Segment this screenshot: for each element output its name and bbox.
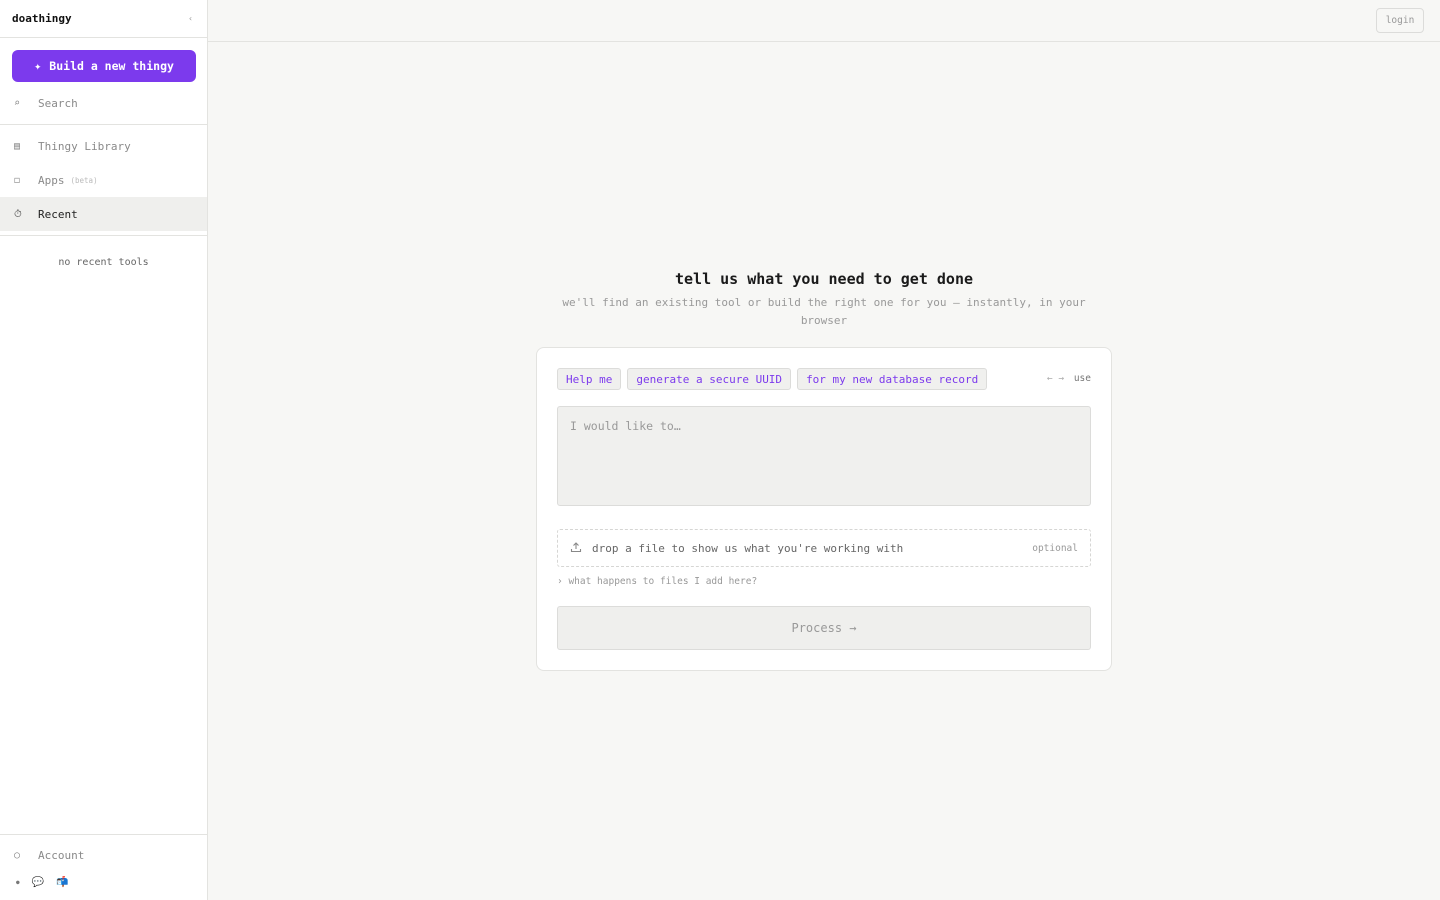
clock-icon: ⏱ — [14, 208, 22, 220]
prompt-input[interactable] — [557, 406, 1091, 506]
build-new-thingy-button[interactable]: ✦ Build a new thingy — [12, 50, 196, 82]
sidebar-item-recent[interactable]: ⏱ Recent — [0, 197, 207, 231]
suggestion-chips: Help me generate a secure UUID for my ne… — [557, 368, 988, 390]
sidebar-header: doathingy ‹ — [0, 0, 207, 38]
arrow-keys-icon: ← → — [1046, 373, 1065, 384]
sidebar-item-account[interactable]: ○ Account — [0, 838, 207, 872]
file-dropzone[interactable]: drop a file to show us what you're worki… — [557, 529, 1091, 567]
sidebar-item-label: Apps — [38, 173, 65, 187]
brand-logo[interactable]: doathingy — [12, 12, 72, 25]
chat-icon[interactable]: 💬 — [32, 877, 44, 888]
optional-label: optional — [1032, 542, 1078, 554]
upload-icon — [570, 541, 592, 556]
dot-icon[interactable]: ● — [16, 879, 20, 886]
files-info-toggle[interactable]: › what happens to files I add here? — [557, 576, 757, 587]
request-card: Help me generate a secure UUID for my ne… — [536, 347, 1112, 671]
sidebar-item-label: Thingy Library — [38, 139, 131, 153]
account-label: Account — [38, 848, 85, 862]
beta-badge: (beta) — [70, 175, 98, 185]
dropzone-label: drop a file to show us what you're worki… — [592, 541, 904, 555]
suggestion-chip[interactable]: Help me — [557, 368, 622, 390]
process-button[interactable]: Process → — [557, 606, 1091, 650]
sparkle-icon: ✦ — [34, 59, 42, 73]
search-label: Search — [38, 96, 78, 110]
sidebar: doathingy ‹ ✦ Build a new thingy ⌕ Searc… — [0, 0, 208, 900]
sidebar-item-thingy-library[interactable]: ▤ Thingy Library — [0, 129, 207, 163]
suggestion-chip[interactable]: generate a secure UUID — [627, 368, 792, 390]
build-button-label: Build a new thingy — [49, 59, 174, 73]
use-suggestion-hint[interactable]: ← → use — [1047, 373, 1091, 384]
suggestion-chip[interactable]: for my new database record — [797, 368, 988, 390]
sidebar-search[interactable]: ⌕ Search — [0, 86, 207, 120]
top-bar: login — [208, 0, 1440, 42]
sidebar-item-apps[interactable]: ◻ Apps (beta) — [0, 163, 207, 197]
sidebar-footer: ○ Account ● 💬 📬 — [0, 834, 207, 900]
sidebar-item-label: Recent — [38, 207, 78, 221]
apps-icon: ◻ — [14, 174, 21, 186]
divider — [0, 235, 207, 236]
empty-recent-message: no recent tools — [58, 257, 149, 268]
page-subtitle: we'll find an existing tool or build the… — [562, 296, 1086, 327]
chevron-left-icon[interactable]: ‹ — [188, 14, 193, 23]
login-button[interactable]: login — [1376, 8, 1424, 33]
search-icon: ⌕ — [14, 97, 21, 109]
user-icon: ○ — [14, 849, 21, 861]
page-title: tell us what you need to get done — [674, 270, 973, 288]
mailbox-icon[interactable]: 📬 — [56, 877, 68, 888]
footer-icons: ● 💬 📬 — [16, 877, 69, 888]
divider — [0, 124, 207, 125]
use-label: use — [1073, 373, 1091, 384]
library-icon: ▤ — [14, 140, 21, 152]
